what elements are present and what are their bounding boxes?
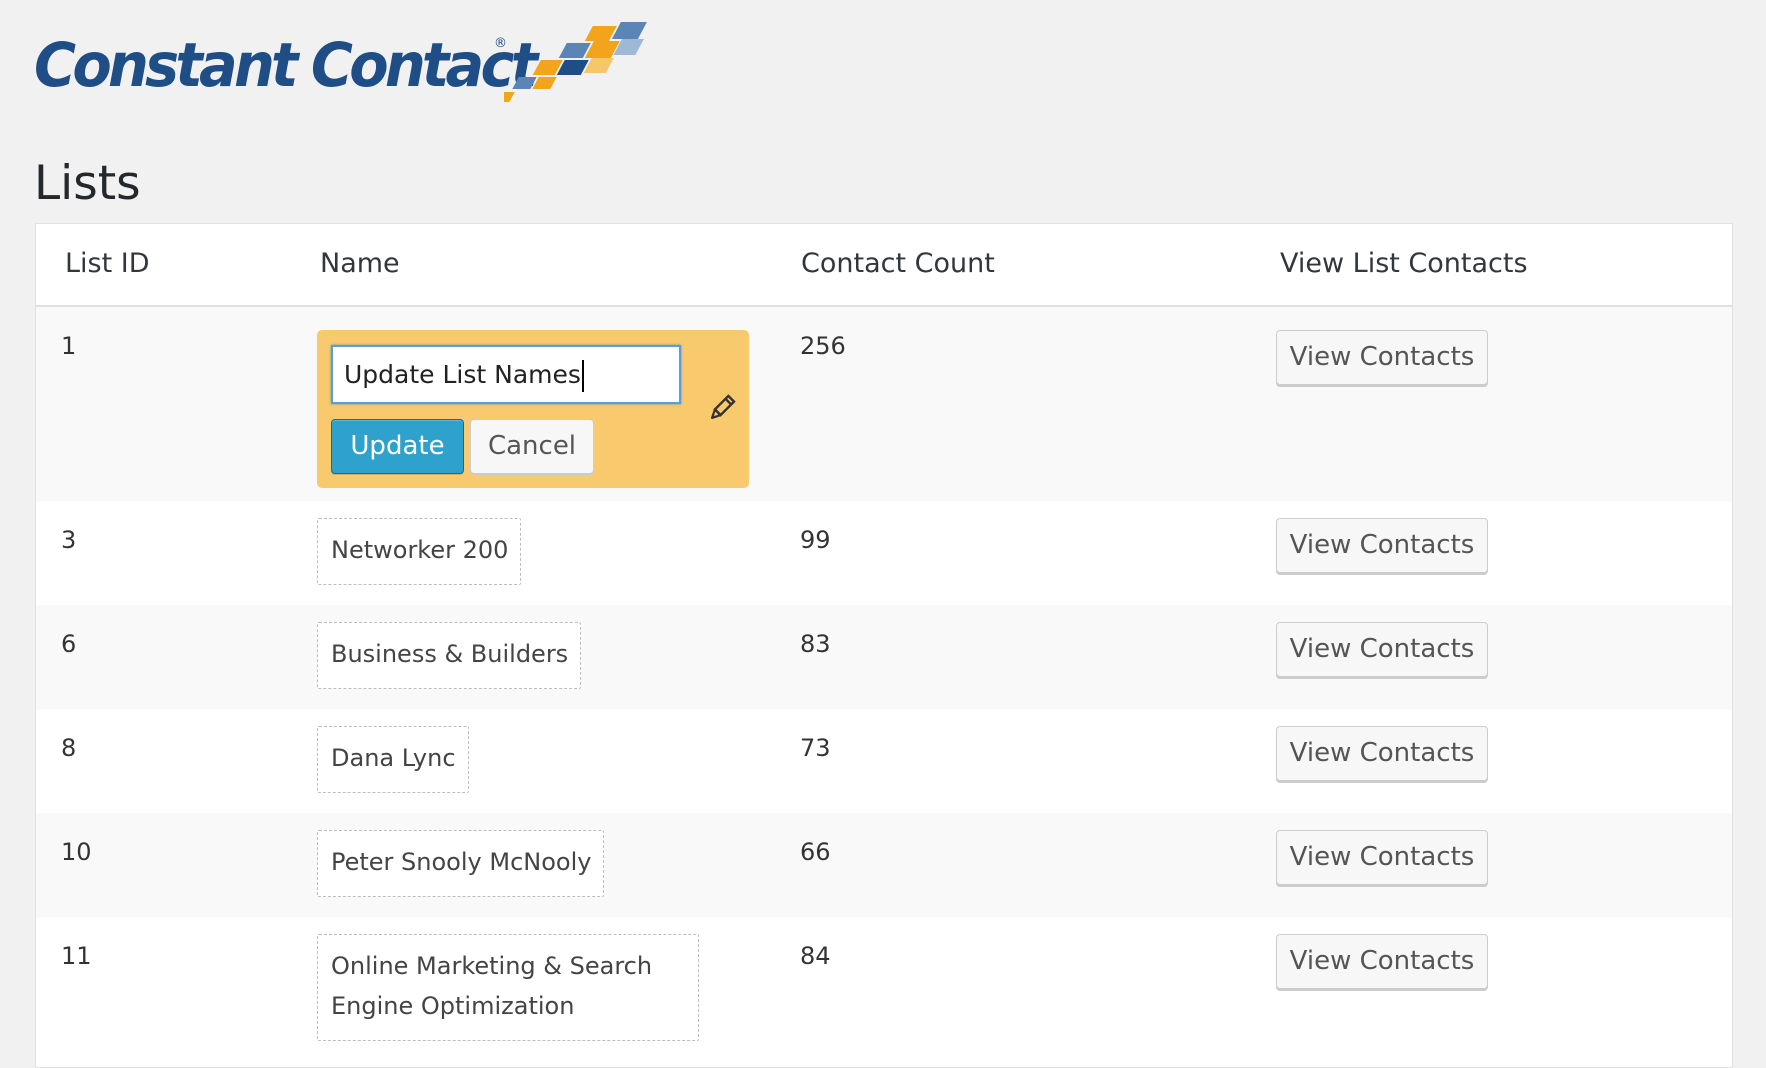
list-name[interactable]: Networker 200 <box>317 518 522 585</box>
view-contacts-button[interactable]: View Contacts <box>1276 518 1488 573</box>
list-id: 6 <box>61 630 77 658</box>
table-row: 10 Peter Snooly McNooly 66 View Contacts <box>36 813 1732 917</box>
table-header: List ID Name Contact Count View List Con… <box>36 224 1732 307</box>
contact-count: 99 <box>800 526 831 554</box>
table-row: 8 Dana Lync 73 View Contacts <box>36 709 1732 813</box>
list-name[interactable]: Business & Builders <box>317 622 582 689</box>
contact-count: 84 <box>800 942 831 970</box>
pencil-icon[interactable] <box>707 393 737 423</box>
page-title: Lists <box>34 156 141 211</box>
table-row: 11 Online Marketing & Search Engine Opti… <box>36 917 1732 1067</box>
list-name[interactable]: Dana Lync <box>317 726 469 793</box>
table-row: 3 Networker 200 99 View Contacts <box>36 501 1732 605</box>
logo-wordmark: Constant Contact <box>34 30 538 101</box>
contact-count: 66 <box>800 838 831 866</box>
constant-contact-logo: Constant Contact ® <box>34 18 654 118</box>
header-list-id: List ID <box>65 248 150 279</box>
contact-count: 73 <box>800 734 831 762</box>
lists-table: List ID Name Contact Count View List Con… <box>35 223 1733 1068</box>
contact-count: 256 <box>800 332 846 360</box>
cancel-button[interactable]: Cancel <box>470 419 594 474</box>
contact-count: 83 <box>800 630 831 658</box>
list-name-line: Online Marketing & Search <box>331 952 653 980</box>
list-name-input-value: Update List Names <box>344 360 581 389</box>
header-view-list-contacts: View List Contacts <box>1280 248 1528 279</box>
view-contacts-button[interactable]: View Contacts <box>1276 726 1488 781</box>
header-name: Name <box>320 248 400 279</box>
list-name[interactable]: Peter Snooly McNooly <box>317 830 605 897</box>
update-button[interactable]: Update <box>331 419 464 474</box>
list-name[interactable]: Online Marketing & Search Engine Optimiz… <box>317 934 699 1041</box>
list-id: 10 <box>61 838 92 866</box>
view-contacts-button[interactable]: View Contacts <box>1276 830 1488 885</box>
text-caret <box>581 360 584 392</box>
list-id: 3 <box>61 526 77 554</box>
view-contacts-button[interactable]: View Contacts <box>1276 934 1488 989</box>
view-contacts-button[interactable]: View Contacts <box>1276 330 1488 385</box>
list-name-input[interactable]: Update List Names <box>331 345 681 404</box>
list-id: 11 <box>61 942 92 970</box>
list-id: 8 <box>61 734 77 762</box>
table-row: 1 Update List Names Update Cancel 256 Vi… <box>36 307 1732 501</box>
logo-checker-icon <box>504 22 647 102</box>
list-id: 1 <box>61 332 77 360</box>
table-row: 6 Business & Builders 83 View Contacts <box>36 605 1732 709</box>
inline-name-editor: Update List Names Update Cancel <box>317 330 749 488</box>
header-contact-count: Contact Count <box>801 248 995 279</box>
list-name-line: Engine Optimization <box>331 992 575 1020</box>
view-contacts-button[interactable]: View Contacts <box>1276 622 1488 677</box>
